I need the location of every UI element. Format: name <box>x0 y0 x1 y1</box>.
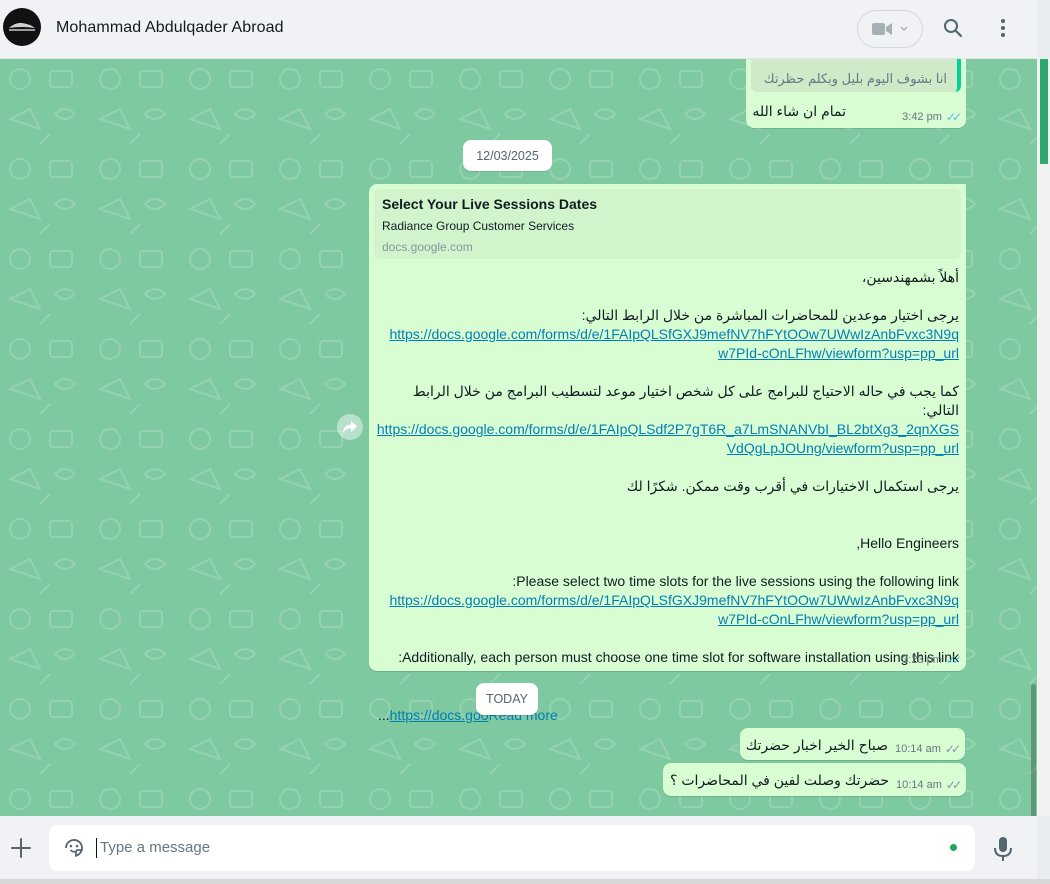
attach-button[interactable] <box>9 836 33 860</box>
plus-icon <box>11 838 31 858</box>
message-time: 10:14 am <box>896 779 942 791</box>
chat-scrollbar[interactable] <box>1031 684 1036 816</box>
message-link[interactable]: https://docs.google.com/forms/d/e/1FAIpQ… <box>374 591 959 610</box>
status-dot-icon <box>950 844 957 851</box>
message-meta: 10:14 am ✓✓ <box>895 742 961 756</box>
chat-header: Mohammad Abdulqader Abroad <box>0 0 1037 59</box>
line-ar-2: كما يجب في حاله الاحتياج للبرامج على كل … <box>412 383 959 418</box>
line-ar-1: يرجى اختيار موعدين للمحاضرات المباشرة من… <box>581 307 959 323</box>
message-text: صباح الخير اخبار حضرتك <box>745 737 888 753</box>
line-en-1: :Please select two time slots for the li… <box>512 573 959 589</box>
greeting-en: ,Hello Engineers <box>856 535 959 551</box>
message-body: أهلاً بشمهندسين، يرجى اختيار موعدين للمح… <box>374 268 959 667</box>
message-link[interactable]: https://docs.goo <box>390 707 489 723</box>
forward-button[interactable] <box>337 414 363 440</box>
menu-button[interactable] <box>992 17 1014 39</box>
contact-name[interactable]: Mohammad Abdulqader Abroad <box>56 19 284 37</box>
message-meta: 3:23 pm ✓✓ <box>902 653 962 667</box>
message-input[interactable]: Type a message <box>49 825 975 871</box>
message-link[interactable]: w7PId-cOnLFhw/viewform?usp=pp_url <box>374 610 959 629</box>
voice-record-button[interactable] <box>993 836 1013 862</box>
quoted-text: انا بشوف اليوم بليل وبكلم حظرتك <box>763 71 947 86</box>
message-text: حضرتك وصلت لفين في المحاضرات ؟ <box>670 772 889 788</box>
line-ar-3: يرجى استكمال الاختيارات في أقرب وقت ممكن… <box>626 478 959 494</box>
microphone-icon <box>994 837 1012 861</box>
sticker-button[interactable] <box>62 836 86 860</box>
read-ticks-icon: ✓✓ <box>945 110 962 124</box>
forward-arrow-icon <box>343 421 357 433</box>
input-placeholder: Type a message <box>100 839 211 856</box>
preview-title: Select Your Live Sessions Dates <box>382 196 598 212</box>
read-ticks-icon: ✓✓ <box>945 653 962 667</box>
ellipsis: ... <box>378 707 390 723</box>
message-bubble-outgoing[interactable]: انا بشوف اليوم بليل وبكلم حظرتك تمام ان … <box>746 59 966 128</box>
message-meta: 3:42 pm ✓✓ <box>902 110 962 124</box>
greeting-ar: أهلاً بشمهندسين، <box>861 269 959 285</box>
video-camera-icon <box>872 23 892 35</box>
preview-description: Radiance Group Customer Services <box>382 219 575 233</box>
brand-logo-icon <box>9 22 35 31</box>
message-link[interactable]: VdQgLpJOUng/viewform?usp=pp_url <box>374 439 959 458</box>
message-time: 3:23 pm <box>902 654 942 666</box>
search-icon <box>944 19 963 38</box>
page-scrollbar-track[interactable] <box>1037 59 1050 816</box>
message-link[interactable]: https://docs.google.com/forms/d/e/1FAIpQ… <box>374 420 959 439</box>
read-ticks-icon: ✓✓ <box>945 778 962 792</box>
sticker-icon <box>65 839 83 857</box>
quoted-message[interactable]: انا بشوف اليوم بليل وبكلم حظرتك <box>751 59 961 92</box>
search-button[interactable] <box>942 17 964 39</box>
composer: Type a message <box>0 816 1037 884</box>
message-bubble-outgoing[interactable]: صباح الخير اخبار حضرتك 10:14 am ✓✓ <box>740 728 965 760</box>
more-vertical-icon <box>1001 19 1005 37</box>
text-caret <box>96 838 97 858</box>
message-bubble-outgoing[interactable]: حضرتك وصلت لفين في المحاضرات ؟ 10:14 am … <box>663 763 966 796</box>
message-meta: 10:14 am ✓✓ <box>896 778 962 792</box>
message-list[interactable]: انا بشوف اليوم بليل وبكلم حظرتك تمام ان … <box>0 59 1037 816</box>
chevron-down-icon <box>900 26 908 31</box>
date-divider: TODAY <box>476 683 538 715</box>
date-divider: 12/03/2025 <box>463 140 552 171</box>
message-link[interactable]: w7PId-cOnLFhw/viewform?usp=pp_url <box>374 344 959 363</box>
message-bubble-outgoing[interactable]: Select Your Live Sessions Dates Radiance… <box>369 184 966 723</box>
link-preview[interactable]: Select Your Live Sessions Dates Radiance… <box>374 189 961 259</box>
line-en-2: :Additionally, each person must choose o… <box>398 649 959 665</box>
avatar[interactable] <box>3 8 41 46</box>
message-link[interactable]: https://docs.google.com/forms/d/e/1FAIpQ… <box>374 325 959 344</box>
message-time: 3:42 pm <box>902 111 942 123</box>
preview-url: docs.google.com <box>382 240 473 254</box>
read-ticks-icon: ✓✓ <box>944 742 961 756</box>
video-call-button[interactable] <box>857 10 923 48</box>
message-text: تمام ان شاء الله <box>752 103 846 119</box>
page-scrollbar-thumb[interactable] <box>1040 59 1048 164</box>
message-time: 10:14 am <box>895 743 941 755</box>
window-bottom-edge <box>0 879 1050 884</box>
